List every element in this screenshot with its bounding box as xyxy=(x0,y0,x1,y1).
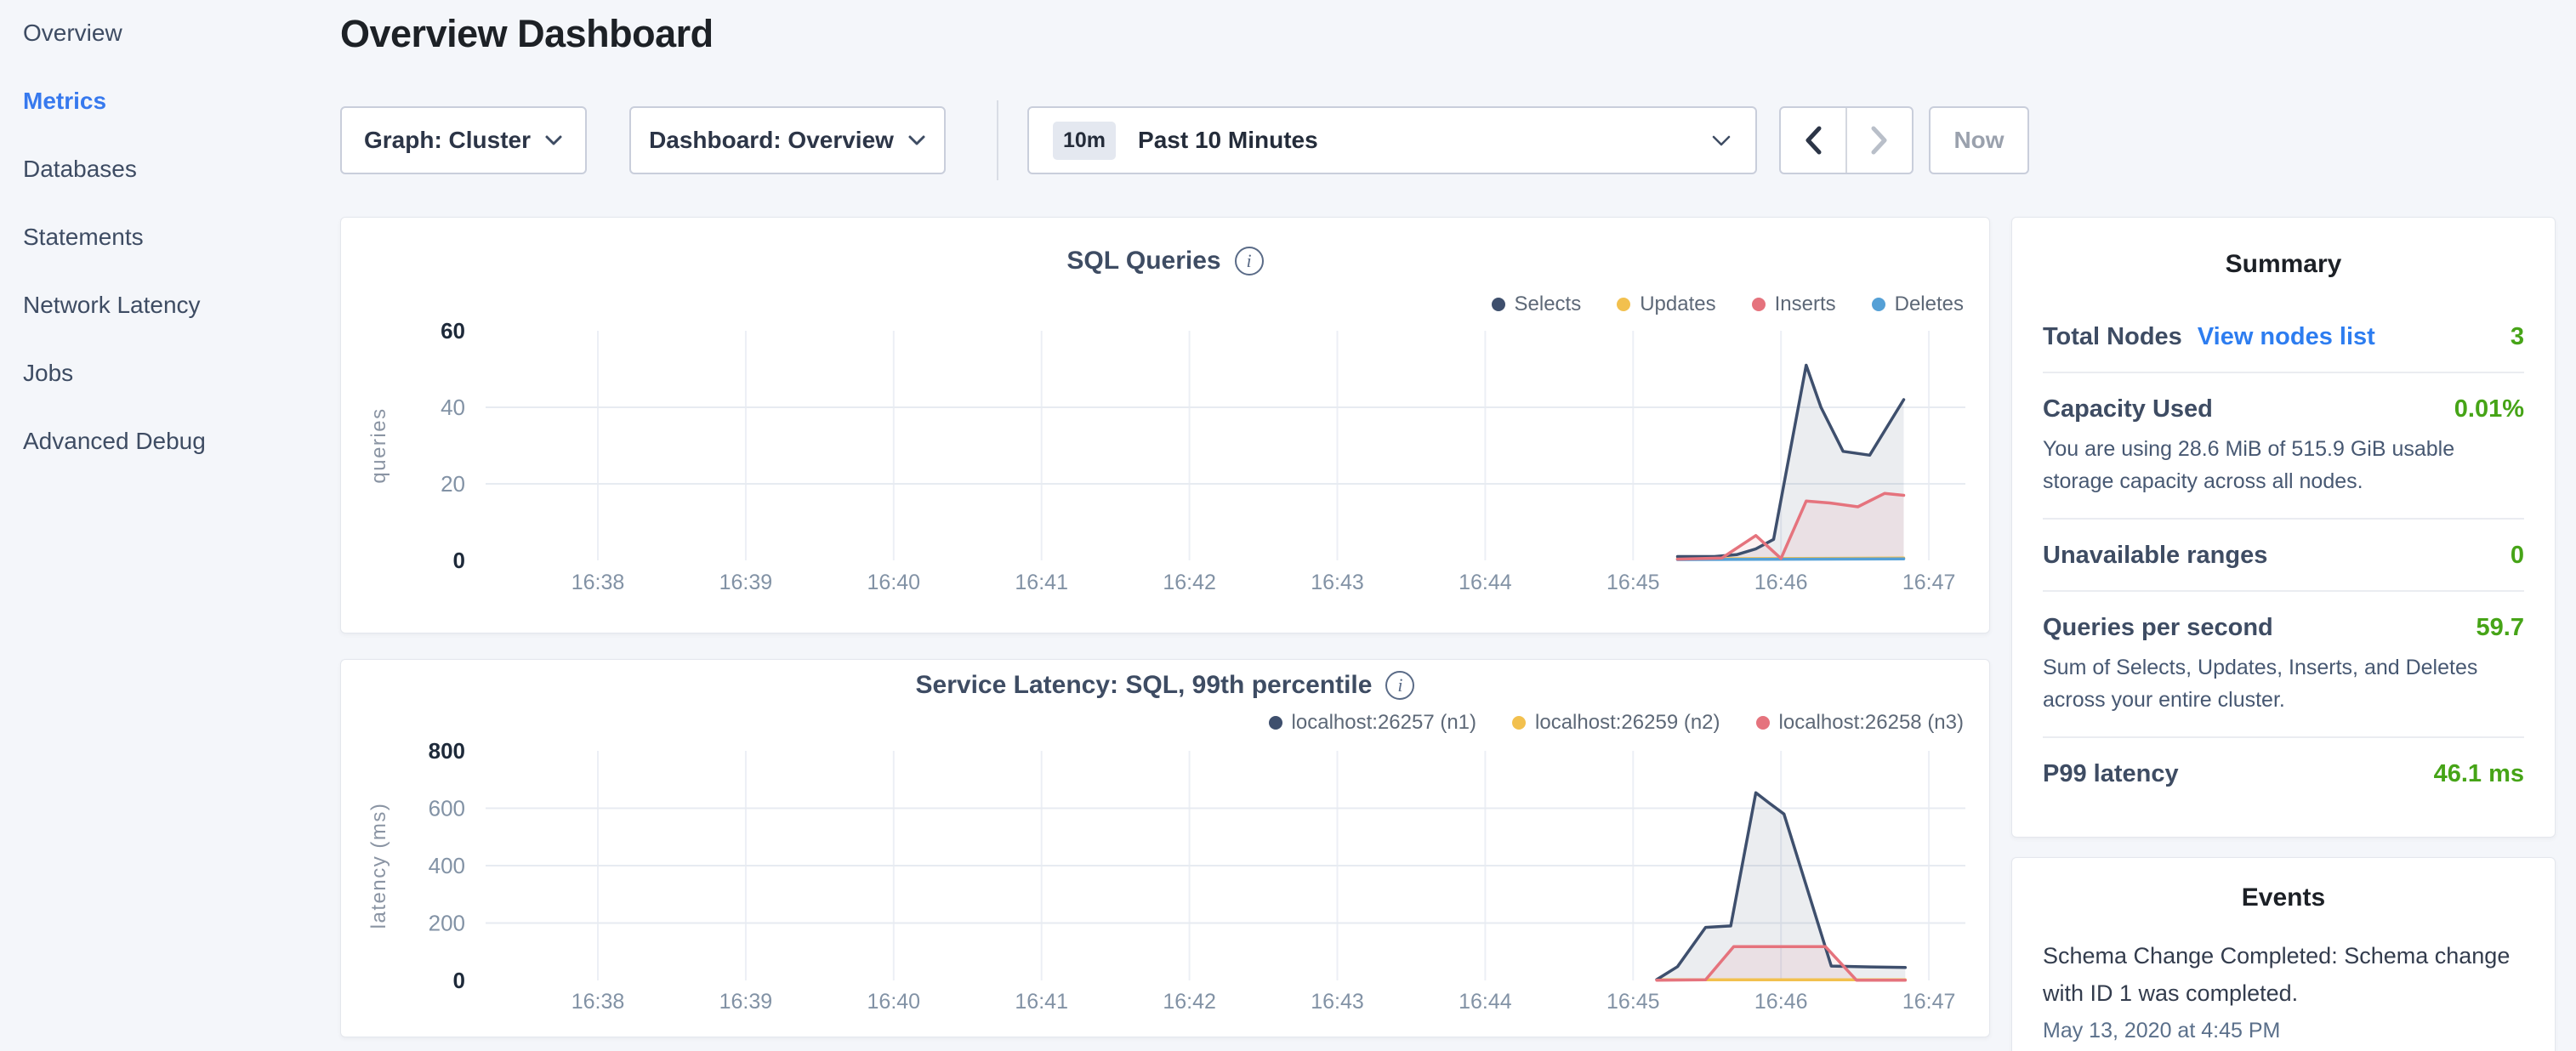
summary-row-p99-latency: P99 latency 46.1 ms xyxy=(2043,738,2524,809)
sidebar-item-jobs[interactable]: Jobs xyxy=(23,359,312,388)
summary-row-label: Unavailable ranges xyxy=(2043,542,2267,570)
chevron-right-icon xyxy=(1869,125,1890,156)
now-button-label: Now xyxy=(1953,127,2004,154)
prev-time-button[interactable] xyxy=(1781,108,1847,173)
time-step-button-group xyxy=(1779,106,1914,174)
summary-row-label: P99 latency xyxy=(2043,760,2179,788)
sidebar-item-overview[interactable]: Overview xyxy=(23,19,312,48)
summary-row-value: 46.1 ms xyxy=(2434,760,2524,788)
svg-text:16:46: 16:46 xyxy=(1754,571,1808,594)
summary-row-value: 59.7 xyxy=(2476,614,2524,642)
svg-text:16:42: 16:42 xyxy=(1163,571,1216,594)
dashboard-dropdown[interactable]: Dashboard: Overview xyxy=(629,106,946,174)
summary-row-capacity-used: Capacity Used 0.01% You are using 28.6 M… xyxy=(2043,373,2524,520)
svg-text:16:45: 16:45 xyxy=(1606,990,1660,1014)
svg-text:16:41: 16:41 xyxy=(1015,571,1068,594)
svg-text:16:43: 16:43 xyxy=(1311,571,1364,594)
svg-text:16:47: 16:47 xyxy=(1902,990,1956,1014)
page-title: Overview Dashboard xyxy=(340,12,714,56)
svg-text:16:38: 16:38 xyxy=(571,571,625,594)
summary-panel: Summary Total Nodes View nodes list 3 Ca… xyxy=(2011,217,2556,838)
sidebar-item-network-latency[interactable]: Network Latency xyxy=(23,291,312,320)
event-text: Schema Change Completed: Schema change w… xyxy=(2043,938,2524,1012)
svg-text:16:41: 16:41 xyxy=(1015,990,1068,1014)
summary-row-unavailable-ranges: Unavailable ranges 0 xyxy=(2043,520,2524,592)
summary-row-total-nodes: Total Nodes View nodes list 3 xyxy=(2043,301,2524,373)
next-time-button[interactable] xyxy=(1847,108,1912,173)
now-button[interactable]: Now xyxy=(1929,106,2029,174)
summary-row-label: Total Nodes xyxy=(2043,323,2182,351)
events-panel: Events Schema Change Completed: Schema c… xyxy=(2011,857,2556,1051)
svg-text:latency (ms): latency (ms) xyxy=(367,803,390,929)
sidebar: Overview Metrics Databases Statements Networ… xyxy=(23,19,312,495)
sidebar-item-databases[interactable]: Databases xyxy=(23,155,312,184)
svg-text:800: 800 xyxy=(429,738,465,764)
svg-text:600: 600 xyxy=(429,796,465,821)
time-range-label: Past 10 Minutes xyxy=(1138,127,1318,154)
svg-text:16:40: 16:40 xyxy=(867,571,921,594)
chevron-down-icon xyxy=(1711,134,1732,147)
svg-text:16:42: 16:42 xyxy=(1163,990,1216,1014)
sidebar-item-statements[interactable]: Statements xyxy=(23,223,312,252)
graph-dropdown-label: Graph: Cluster xyxy=(364,127,531,154)
svg-text:16:38: 16:38 xyxy=(571,990,625,1014)
summary-row-label: Queries per second xyxy=(2043,614,2273,642)
service-latency-chart-card: Service Latency: SQL, 99th percentile i … xyxy=(340,659,1990,1037)
time-range-badge: 10m xyxy=(1053,122,1116,160)
svg-text:20: 20 xyxy=(441,471,465,497)
chevron-down-icon xyxy=(907,134,926,146)
dashboard-dropdown-label: Dashboard: Overview xyxy=(649,127,894,154)
svg-text:400: 400 xyxy=(429,853,465,878)
chevron-down-icon xyxy=(544,134,563,146)
svg-text:40: 40 xyxy=(441,395,465,420)
service-latency-chart: 16:38 16:39 16:40 16:41 16:42 16:43 16:44 16:45… xyxy=(341,660,1989,1037)
summary-row-value: 0 xyxy=(2511,542,2524,570)
svg-text:16:44: 16:44 xyxy=(1459,571,1512,594)
events-title: Events xyxy=(2043,883,2524,912)
svg-text:16:39: 16:39 xyxy=(719,571,773,594)
controls-divider xyxy=(997,100,998,180)
chevron-left-icon xyxy=(1803,125,1823,156)
sql-queries-chart-card: SQL Queries i SelectsUpdatesInsertsDelet… xyxy=(340,217,1990,633)
summary-row-description: Sum of Selects, Updates, Inserts, and De… xyxy=(2043,652,2524,716)
summary-row-value: 0.01% xyxy=(2454,395,2524,423)
summary-row-description: You are using 28.6 MiB of 515.9 GiB usab… xyxy=(2043,434,2524,497)
summary-row-queries-per-second: Queries per second 59.7 Sum of Selects, … xyxy=(2043,592,2524,738)
event-item[interactable]: Schema Change Completed: Schema change w… xyxy=(2043,938,2524,1043)
sql-queries-chart: 16:38 16:39 16:40 16:41 16:42 16:43 16:44 16:45… xyxy=(341,218,1989,633)
summary-row-label: Capacity Used xyxy=(2043,395,2213,423)
svg-text:16:45: 16:45 xyxy=(1606,571,1660,594)
svg-text:16:43: 16:43 xyxy=(1311,990,1364,1014)
svg-text:60: 60 xyxy=(441,318,465,344)
svg-text:16:47: 16:47 xyxy=(1902,571,1956,594)
svg-text:0: 0 xyxy=(453,968,465,993)
svg-text:16:44: 16:44 xyxy=(1459,990,1512,1014)
summary-title: Summary xyxy=(2043,250,2524,279)
svg-text:16:46: 16:46 xyxy=(1754,990,1808,1014)
svg-text:0: 0 xyxy=(453,548,465,573)
time-range-picker[interactable]: 10m Past 10 Minutes xyxy=(1027,106,1757,174)
event-timestamp: May 13, 2020 at 4:45 PM xyxy=(2043,1019,2524,1043)
svg-text:queries: queries xyxy=(367,407,390,483)
svg-text:200: 200 xyxy=(429,911,465,936)
svg-text:16:39: 16:39 xyxy=(719,990,773,1014)
view-nodes-list-link[interactable]: View nodes list xyxy=(2198,323,2375,351)
sidebar-item-metrics[interactable]: Metrics xyxy=(23,87,312,116)
graph-dropdown[interactable]: Graph: Cluster xyxy=(340,106,587,174)
sidebar-item-advanced-debug[interactable]: Advanced Debug xyxy=(23,427,312,456)
summary-row-value: 3 xyxy=(2511,323,2524,351)
svg-text:16:40: 16:40 xyxy=(867,990,921,1014)
overview-dashboard-page: Overview Metrics Databases Statements Networ… xyxy=(0,0,2576,1051)
